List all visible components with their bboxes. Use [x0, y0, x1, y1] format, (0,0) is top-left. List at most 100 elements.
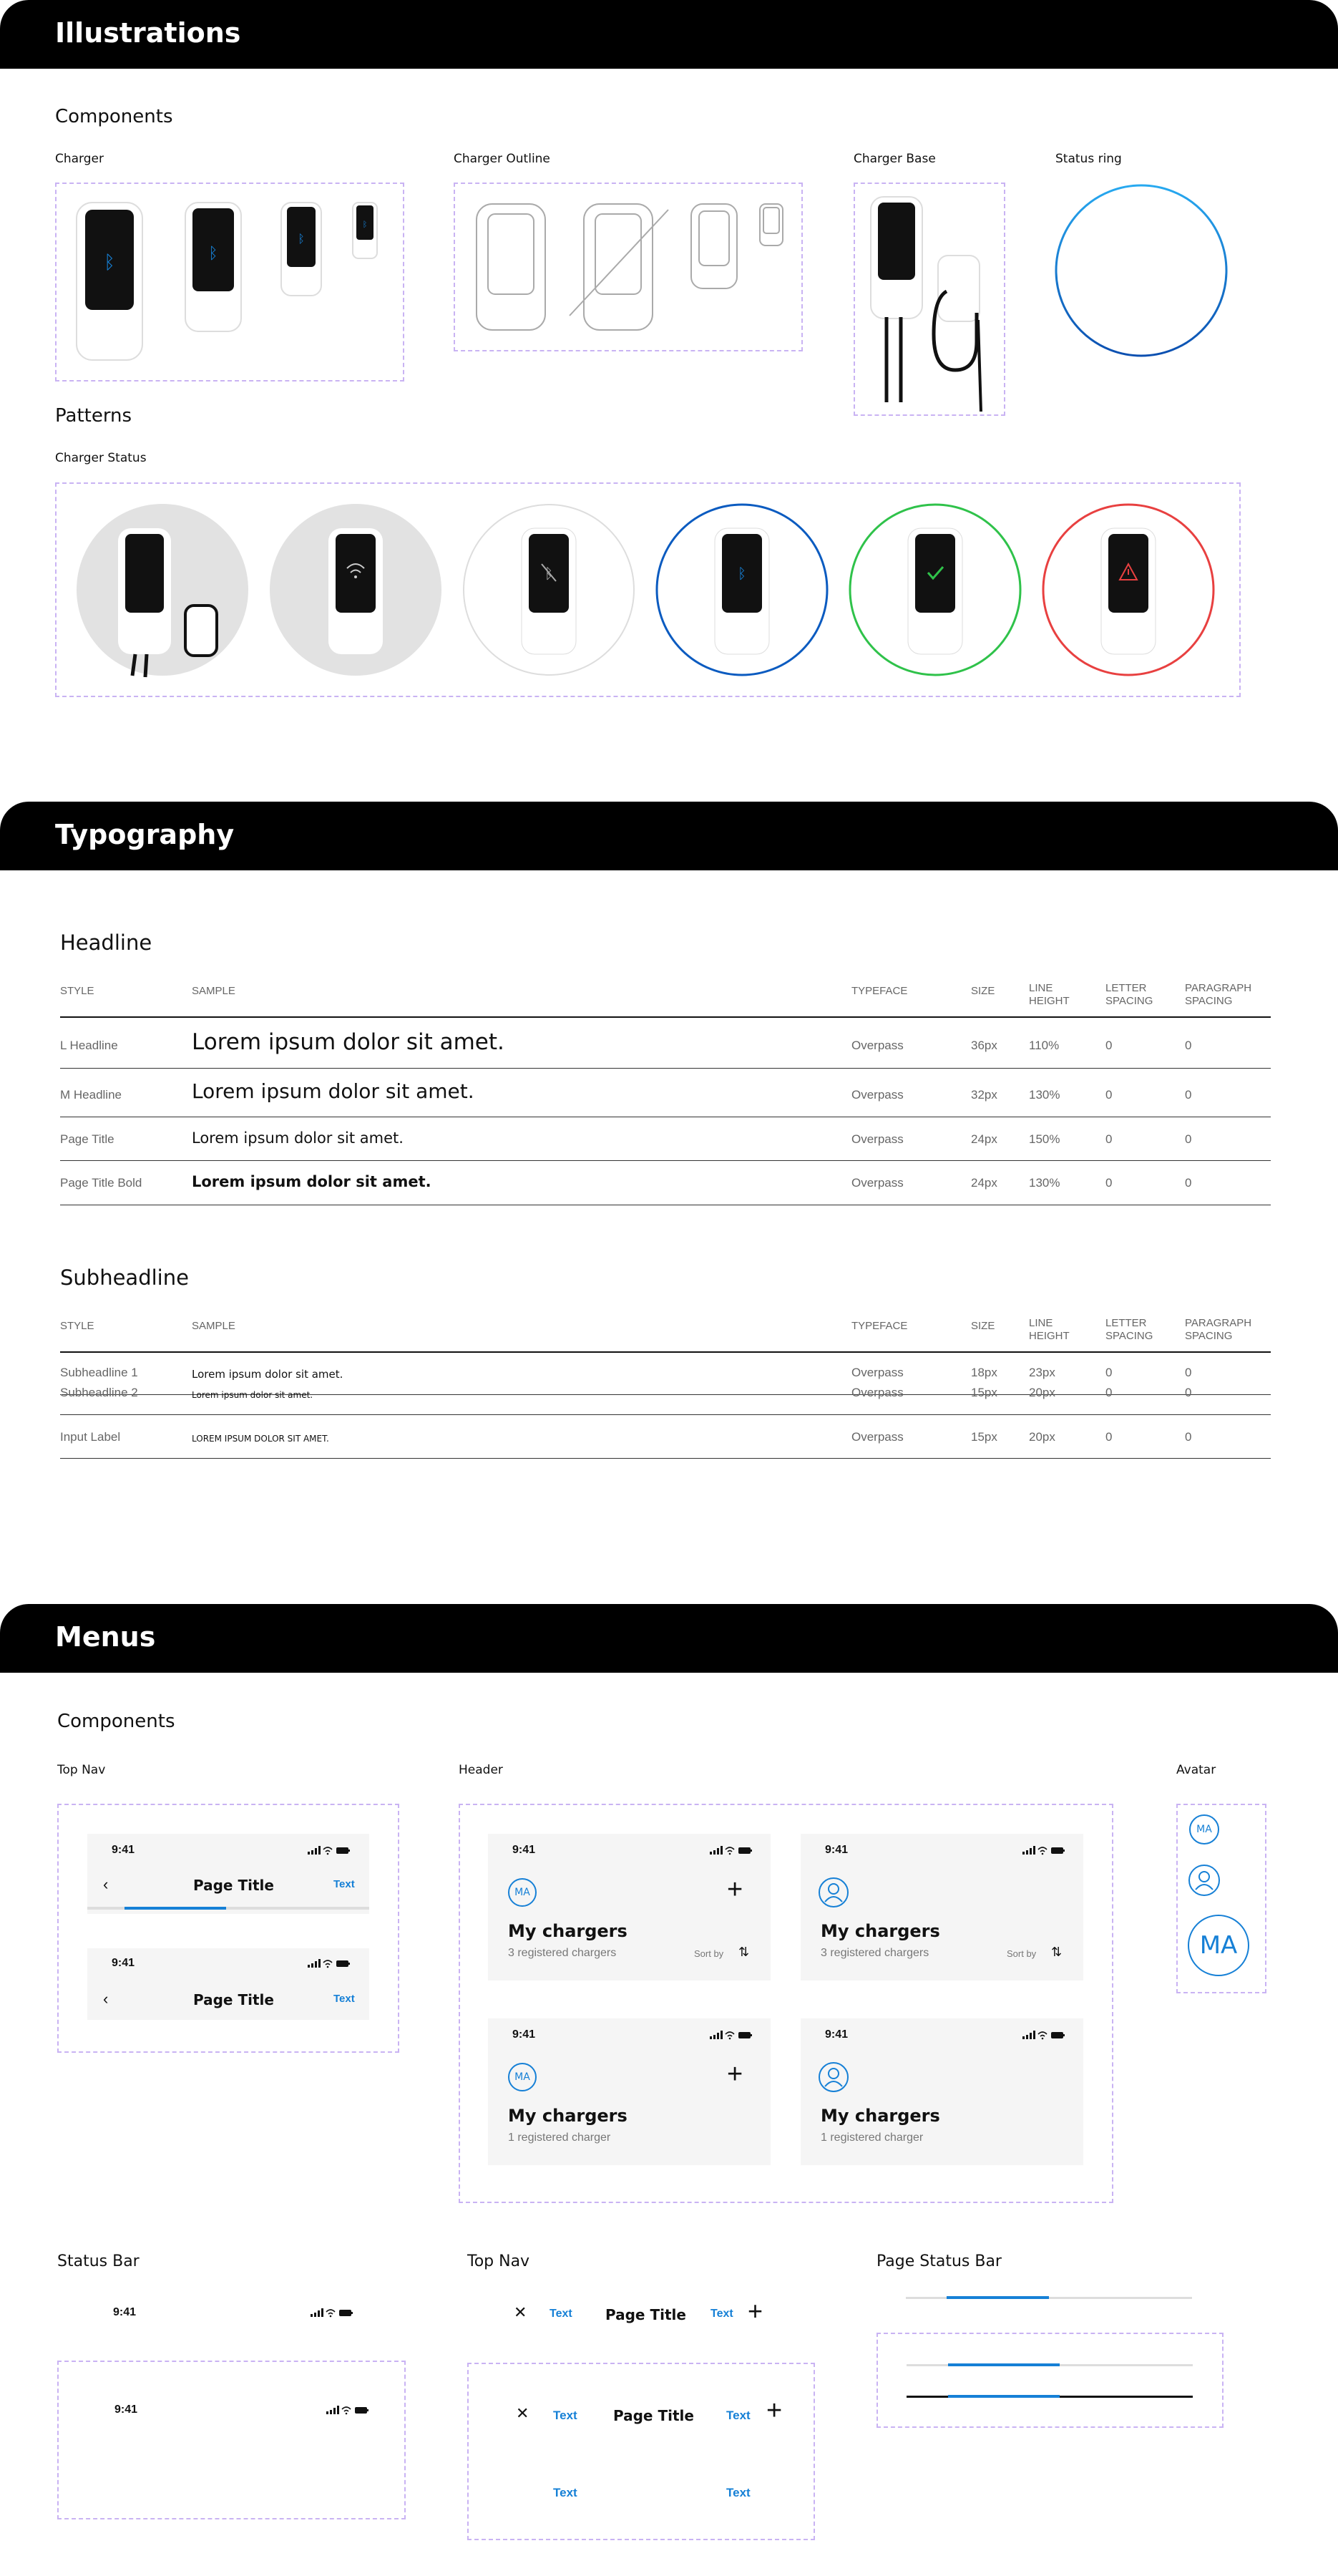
row-sample: Lorem ipsum dolor sit amet. [192, 1079, 474, 1103]
row-letter: 0 [1105, 1039, 1113, 1052]
nav-text-button[interactable]: Text [710, 2308, 733, 2320]
header-card: 9:41 MA + My chargers 1 registered charg… [488, 2018, 771, 2165]
user-icon[interactable] [1188, 1864, 1221, 1897]
row-line-height: 130% [1029, 1088, 1060, 1102]
header-subtitle: 1 registered charger [508, 2132, 611, 2144]
charger-base-label: Charger Base [854, 152, 936, 166]
row-letter: 0 [1105, 1132, 1113, 1146]
row-style: L Headline [60, 1039, 118, 1052]
charger-base-frame [854, 183, 1005, 416]
nav-text-button[interactable]: Text [553, 2486, 577, 2500]
status-connected-icon [77, 504, 248, 678]
row-line-height: 20px [1029, 1386, 1055, 1399]
col-paragraph-spacing: PARAGRAPH SPACING [1185, 982, 1252, 1007]
back-chevron-icon[interactable]: ‹ [103, 1990, 108, 2008]
row-style: Page Title Bold [60, 1176, 142, 1190]
header-card: 9:41 My chargers 1 registered charger [801, 2018, 1083, 2165]
subheadline-title: Subheadline [60, 1265, 189, 1290]
status-bar-label: Status Bar [57, 2252, 140, 2270]
add-icon[interactable]: + [766, 2396, 782, 2426]
row-style: Subheadline 2 [60, 1386, 138, 1399]
nav-text-button[interactable]: Text [726, 2409, 751, 2423]
header-subtitle: 3 registered chargers [821, 1947, 929, 1959]
nav-text-button[interactable]: Text [550, 2308, 572, 2320]
sort-icon[interactable]: ⇅ [738, 1945, 749, 1960]
svg-text:ᛒ: ᛒ [298, 232, 305, 246]
charger-tiny-icon: ᛒ [352, 202, 378, 259]
status-time: 9:41 [825, 1844, 849, 1856]
charger-outline-icons [476, 203, 783, 331]
table-header-rule [60, 1351, 1271, 1353]
col-size: SIZE [971, 985, 995, 997]
row-sample: Lorem ipsum dolor sit amet. [192, 1129, 404, 1147]
charger-sizes-frame: ᛒ ᛒ ᛒ ᛒ [55, 183, 404, 381]
charger-status-patterns: ᛒ ᛒ [77, 503, 1215, 678]
status-icons [308, 1959, 350, 1968]
avatar[interactable]: MA [508, 2063, 537, 2091]
page-title: Page Title [193, 1991, 274, 2008]
charger-status-label: Charger Status [55, 451, 147, 465]
row-size: 24px [971, 1132, 997, 1146]
components-title: Components [55, 106, 173, 127]
sort-by-label[interactable]: Sort by [1007, 1948, 1036, 1959]
menus-components-title: Components [57, 1711, 175, 1732]
add-icon[interactable]: + [727, 2060, 743, 2089]
status-error-icon [1042, 503, 1215, 676]
close-icon[interactable]: ✕ [516, 2404, 529, 2423]
sort-by-label[interactable]: Sort by [694, 1948, 723, 1959]
nav-text-button[interactable]: Text [333, 1878, 355, 1890]
col-line-height: LINE HEIGHT [1029, 982, 1070, 1007]
avatar[interactable]: MA [508, 1878, 537, 1907]
avatar-small[interactable]: MA [1189, 1814, 1219, 1844]
status-icons [311, 2308, 353, 2318]
row-typeface: Overpass [851, 1088, 904, 1102]
add-icon[interactable]: + [727, 1875, 743, 1904]
nav-text-button[interactable]: Text [553, 2409, 577, 2423]
close-icon[interactable]: ✕ [514, 2303, 527, 2322]
user-icon[interactable] [818, 1877, 849, 1908]
add-icon[interactable]: + [748, 2296, 763, 2326]
nav-text-button[interactable]: Text [726, 2486, 751, 2500]
row-paragraph: 0 [1185, 1430, 1192, 1444]
status-icons [1022, 1846, 1065, 1855]
row-paragraph: 0 [1185, 1386, 1192, 1399]
section-title: Illustrations [55, 17, 241, 49]
nav-text-button[interactable]: Text [333, 1993, 355, 2005]
avatar-large[interactable]: MA [1188, 1915, 1249, 1976]
typography-banner: Typography [0, 802, 1338, 870]
top-nav-label: Top Nav [57, 1763, 106, 1777]
row-size: 32px [971, 1088, 997, 1102]
user-icon[interactable] [818, 2061, 849, 2093]
header-label: Header [459, 1763, 503, 1777]
charger-outline-frame [454, 183, 803, 351]
page-status-fill [947, 2296, 1049, 2299]
row-letter: 0 [1105, 1176, 1113, 1190]
sort-icon[interactable]: ⇅ [1051, 1945, 1062, 1960]
status-time: 9:41 [512, 2028, 536, 2041]
status-bar-frame: 9:41 [57, 2361, 406, 2519]
row-size: 15px [971, 1430, 997, 1444]
headline-title: Headline [60, 930, 152, 955]
status-time: 9:41 [112, 1844, 135, 1856]
row-paragraph: 0 [1185, 1366, 1192, 1379]
top-nav-basic: 9:41 ‹ Page Title Text [87, 1948, 369, 2020]
row-typeface: Overpass [851, 1430, 904, 1444]
col-style: STYLE [60, 985, 94, 997]
status-success-icon [849, 503, 1022, 676]
progress-fill [124, 1907, 226, 1910]
col-sample: SAMPLE [192, 1320, 235, 1332]
row-size: 24px [971, 1176, 997, 1190]
top-nav2-label: Top Nav [467, 2252, 530, 2270]
page-status-fill [948, 2395, 1060, 2398]
back-chevron-icon[interactable]: ‹ [103, 1875, 108, 1894]
row-letter: 0 [1105, 1386, 1113, 1399]
status-icons [710, 1846, 752, 1855]
row-rule [60, 1458, 1271, 1459]
row-size: 15px [971, 1386, 997, 1399]
col-typeface: TYPEFACE [851, 985, 908, 997]
charger-base-icon [870, 196, 982, 412]
row-rule [60, 1160, 1271, 1161]
status-time: 9:41 [114, 2404, 138, 2416]
charger-outline-label: Charger Outline [454, 152, 550, 166]
status-bluetooth-off-icon: ᛒ [463, 504, 635, 676]
